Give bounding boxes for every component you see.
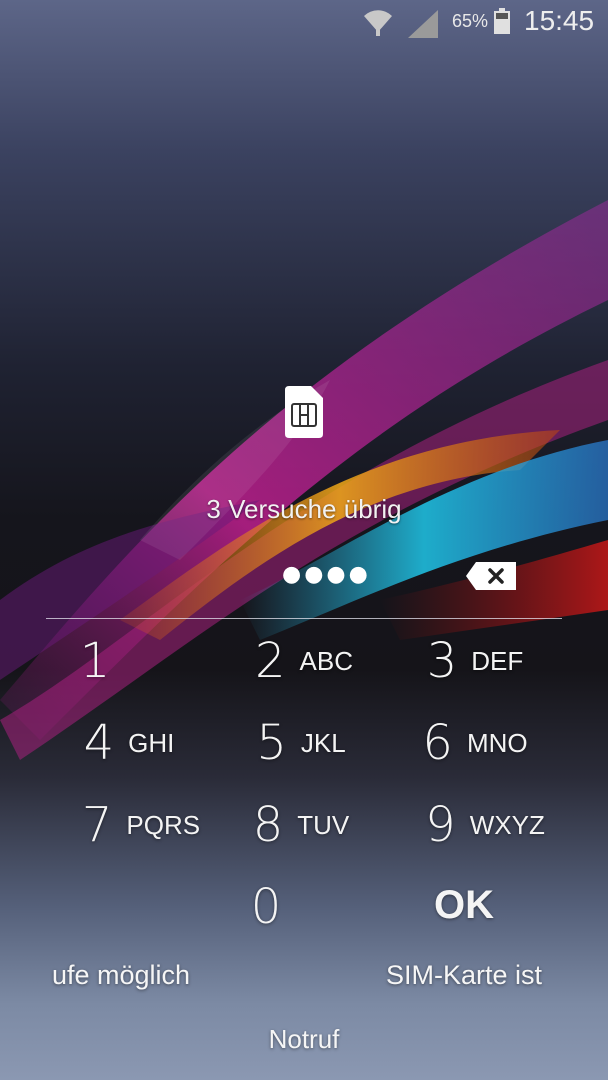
key-digit: 2 [254,633,286,689]
signal-icon [408,10,438,38]
key-5[interactable]: 5 JKL [216,708,386,778]
key-letters: DEF [471,645,524,676]
sim-status-text: SIM-Karte ist [386,960,543,990]
backspace-icon[interactable] [466,562,516,590]
key-digit: 4 [83,715,115,771]
emergency-call-info-text: ufe möglich [52,960,191,990]
key-3[interactable]: 3 DEF [390,626,560,696]
key-letters: JKL [300,727,346,758]
battery-percent: 65% [452,11,489,31]
key-7[interactable]: 7 PQRS [56,790,226,860]
battery-icon [494,8,510,34]
key-digit: 7 [81,797,113,853]
ok-label: OK [434,882,494,927]
key-6[interactable]: 6 MNO [390,708,560,778]
sim-card-icon [285,386,323,438]
key-letters: GHI [128,727,175,758]
key-letters: MNO [466,727,528,758]
key-letters: TUV [297,809,350,840]
key-4[interactable]: 4 GHI [44,708,214,778]
key-digit: 8 [252,797,284,853]
key-2[interactable]: 2 ABC [219,626,389,696]
key-8[interactable]: 8 TUV [216,790,386,860]
pin-masked-value: ●●●● [282,562,371,587]
key-letters: PQRS [126,809,201,840]
key-digit: 5 [256,715,287,771]
emergency-call-button[interactable]: Notruf [0,1024,608,1055]
key-digit: 6 [422,715,453,771]
wifi-icon [364,10,392,36]
ok-button[interactable]: OK [379,870,549,940]
clock: 15:45 [524,5,595,36]
key-digit: 9 [425,797,456,853]
key-digit: 3 [426,633,458,689]
key-letters: WXYZ [469,809,545,840]
key-9[interactable]: 9 WXYZ [400,790,570,860]
status-bar: 65% 15:45 [0,0,608,44]
key-1[interactable]: 1 [10,626,180,696]
key-digit: 0 [250,879,282,935]
key-letters: ABC [299,645,353,676]
pin-input-field[interactable]: ●●●● [46,550,562,619]
key-0[interactable]: 0 [181,872,351,942]
key-digit: 1 [79,633,111,689]
attempts-remaining-text: 3 Versuche übrig [206,494,402,524]
